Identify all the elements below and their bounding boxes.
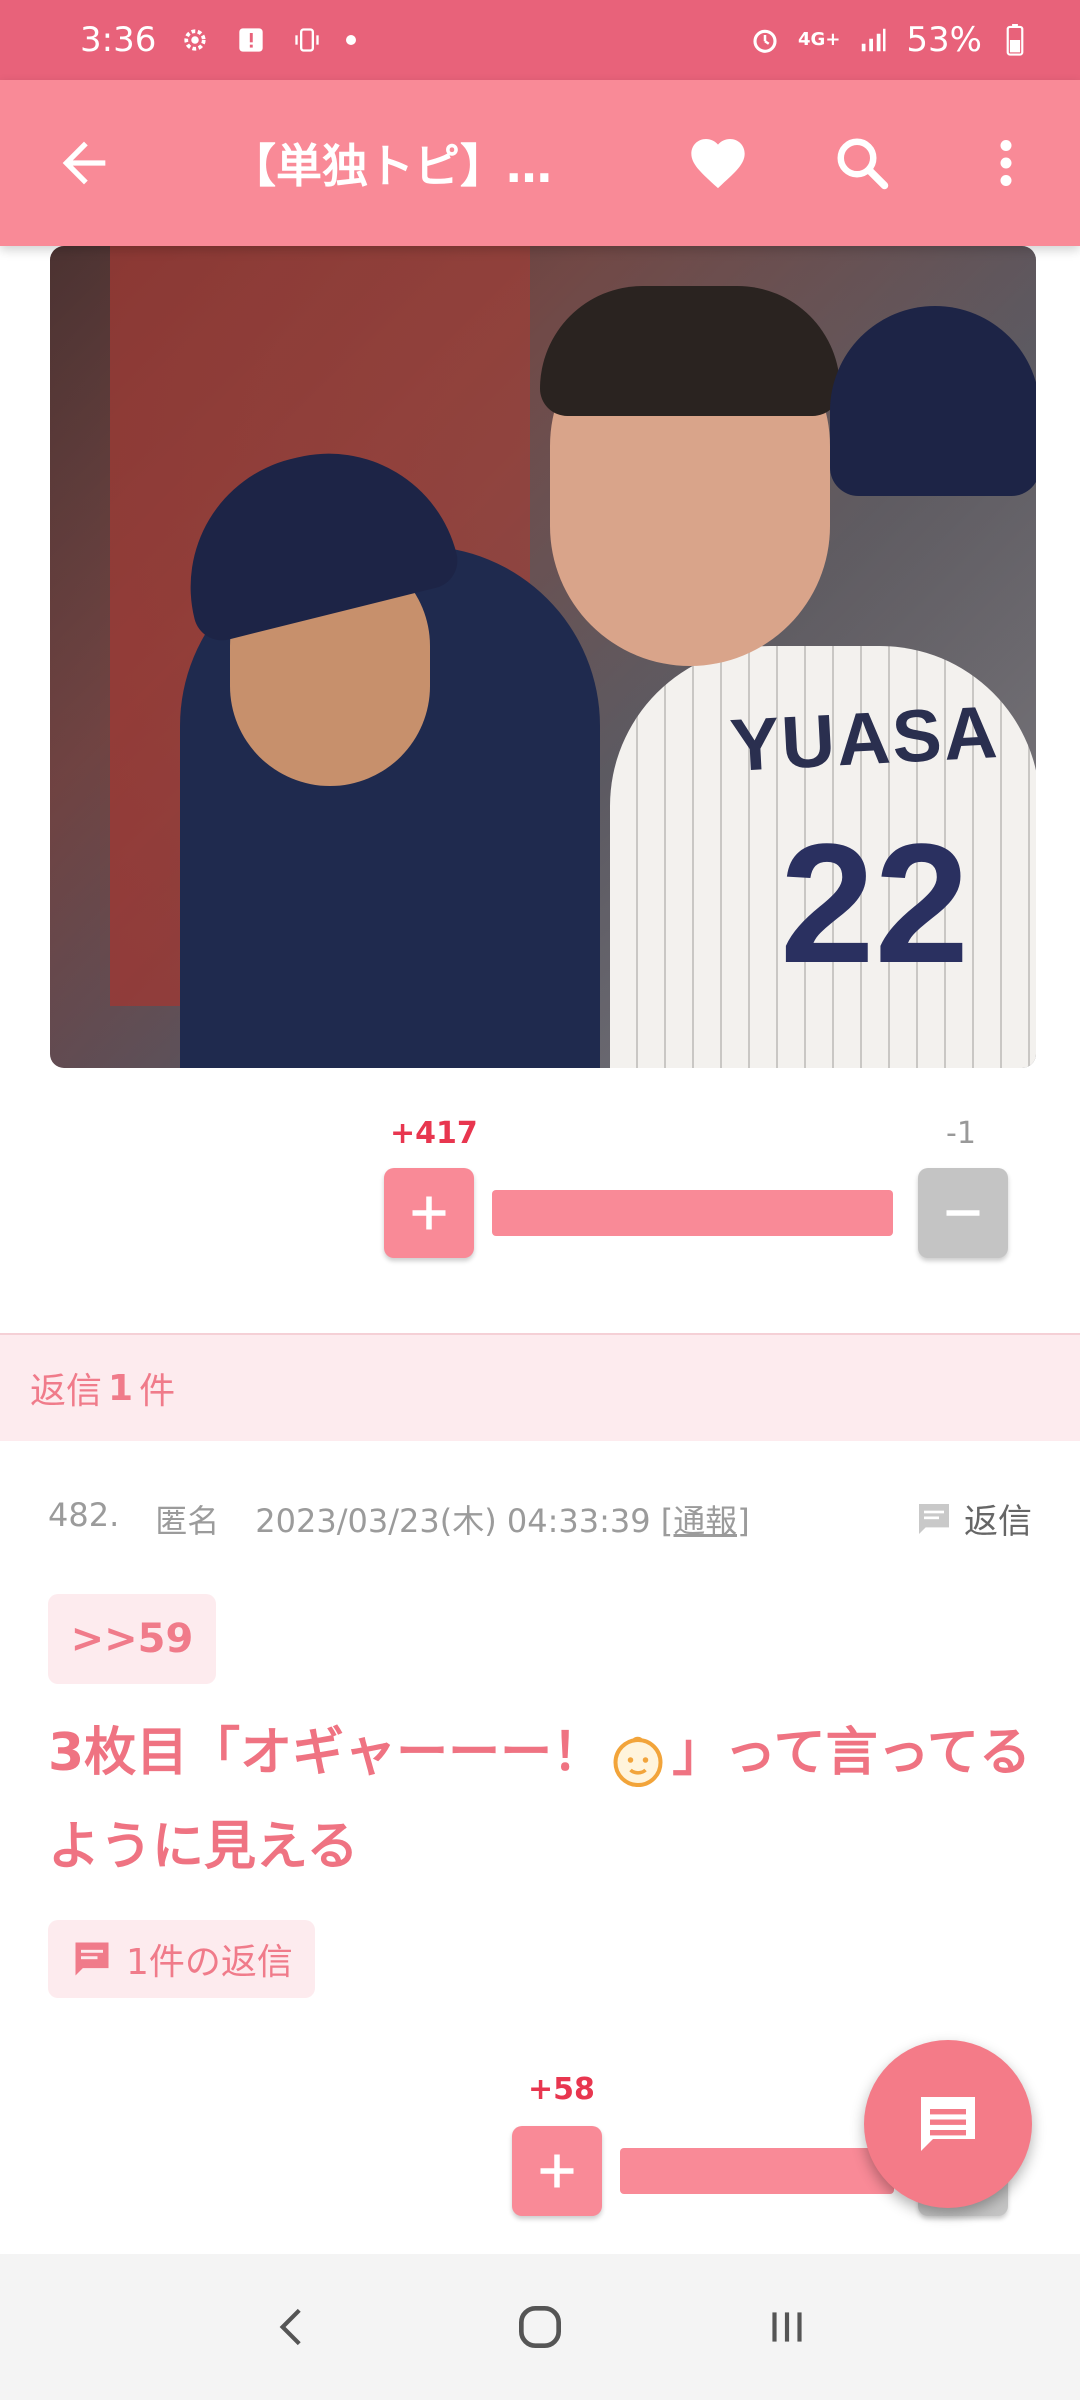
photo-jersey-name: YUASA <box>728 690 1002 787</box>
chevron-left-icon <box>279 2308 302 2346</box>
comment-number: 482. <box>48 1496 120 1534</box>
home-icon <box>518 2306 561 2348</box>
compose-comment-button[interactable] <box>864 2040 1032 2208</box>
search-button[interactable] <box>826 127 898 199</box>
comment-plus-count: +58 <box>528 2072 595 2107</box>
plus-vote-button[interactable] <box>384 1168 474 1258</box>
alarm-icon <box>748 23 782 57</box>
comment-meta: 482. 匿名 2023/03/23(木) 04:33:39 [通報] <box>48 1496 750 1542</box>
nav-home-button[interactable] <box>500 2287 580 2367</box>
chat-icon <box>921 2097 975 2151</box>
nav-recents-button[interactable] <box>747 2287 827 2367</box>
search-icon <box>837 138 889 190</box>
nav-back-button[interactable] <box>253 2287 333 2367</box>
reply-count-prefix: 返信 <box>30 1371 103 1412</box>
report-link[interactable]: [通報] <box>661 1502 750 1540</box>
vote-ratio-bar <box>492 1190 893 1236</box>
baby-emoji-icon <box>608 1726 668 1787</box>
battery-percent: 53% <box>906 20 982 60</box>
reply-count-number: 1 <box>108 1367 134 1409</box>
settings-icon <box>178 23 212 57</box>
replies-link[interactable]: 1件の返信 <box>48 1920 315 1998</box>
battery-icon <box>998 23 1032 57</box>
vibrate-icon <box>290 23 324 57</box>
app-bar: 【単独トピ】… <box>0 80 1080 246</box>
comment-author: 匿名 <box>155 1502 220 1540</box>
arrow-left-icon <box>62 141 106 185</box>
more-vertical-icon <box>1000 140 1012 186</box>
replies-link-label: 1件の返信 <box>126 1942 293 1983</box>
favorite-button[interactable] <box>682 127 754 199</box>
page-title: 【単独トピ】… <box>230 139 552 193</box>
minus-count: -1 <box>946 1116 976 1151</box>
comment-icon <box>919 1503 949 1534</box>
plus-icon <box>412 1196 446 1230</box>
comment-vote-ratio-bar <box>620 2148 894 2194</box>
photo-jersey-number: 22 <box>780 809 970 999</box>
alert-icon <box>234 23 268 57</box>
comment-icon <box>75 1942 109 1976</box>
comment-datetime: 2023/03/23(木) 04:33:39 <box>255 1502 651 1540</box>
post-photo[interactable]: YUASA 22 <box>50 246 1036 1068</box>
comment-body-text: 3枚目「オギャーーー！ <box>48 1723 605 1783</box>
recents-icon <box>772 2312 802 2342</box>
plus-icon <box>540 2154 574 2188</box>
minus-icon <box>946 1210 980 1216</box>
minus-vote-button[interactable] <box>918 1168 1008 1258</box>
comment-body: 3枚目「オギャーーー！ 」って言ってるように見える <box>48 1706 1038 1894</box>
notification-dot-icon <box>346 35 357 45</box>
network-type: 4G+ <box>798 29 841 50</box>
comment-plus-vote-button[interactable] <box>512 2126 602 2216</box>
signal-icon <box>856 23 890 57</box>
status-bar: 3:36 4G+ 53% <box>0 0 1080 80</box>
reply-button[interactable]: 返信 <box>914 1494 1032 1543</box>
more-menu-button[interactable] <box>970 127 1042 199</box>
back-button[interactable] <box>52 131 116 195</box>
anchor-link[interactable]: >>59 <box>48 1594 216 1684</box>
reply-count-suffix: 件 <box>139 1371 176 1412</box>
status-time: 3:36 <box>80 20 157 60</box>
plus-count: +417 <box>390 1116 478 1151</box>
reply-count-band[interactable]: 返信 1 件 <box>0 1333 1080 1441</box>
system-nav-bar <box>0 2254 1080 2400</box>
reply-button-label: 返信 <box>964 1502 1032 1542</box>
heart-icon <box>691 139 745 189</box>
